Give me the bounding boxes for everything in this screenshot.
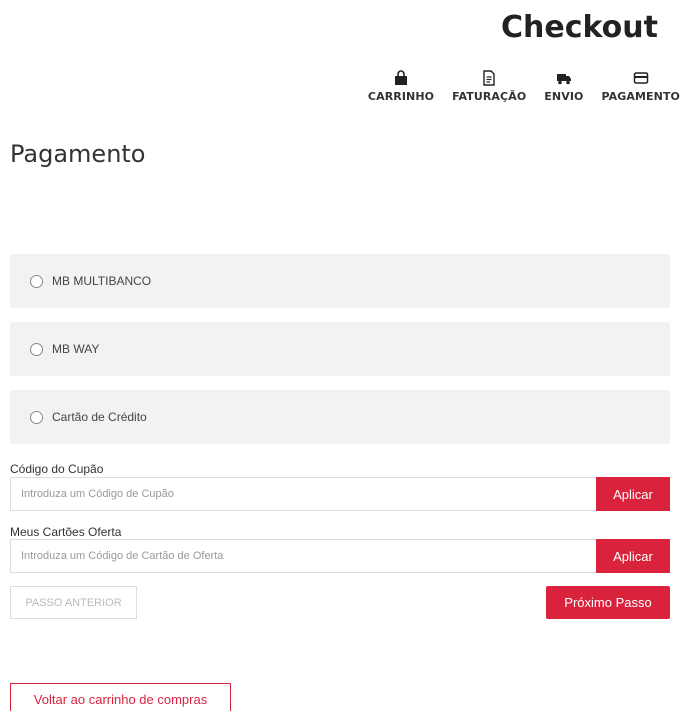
next-step-button[interactable]: Próximo Passo xyxy=(546,586,670,619)
checkout-steps: CARRINHO FATURAÇÃO ENVIO PAGAMENTO xyxy=(359,70,682,103)
coupon-row: Aplicar xyxy=(10,477,670,511)
payment-option-multibanco[interactable]: MB MULTIBANCO xyxy=(10,254,670,308)
gift-card-label: Meus Cartões Oferta xyxy=(10,525,122,539)
step-shipping-label: ENVIO xyxy=(544,90,584,103)
payment-option-credit-card[interactable]: Cartão de Crédito xyxy=(10,390,670,444)
page-title: Checkout xyxy=(501,10,658,45)
gift-card-input[interactable] xyxy=(10,539,596,573)
payment-section-title: Pagamento xyxy=(10,140,146,168)
step-payment[interactable]: PAGAMENTO xyxy=(592,70,682,103)
apply-gift-card-button[interactable]: Aplicar xyxy=(596,539,670,573)
coupon-label: Código do Cupão xyxy=(10,462,104,476)
radio-button[interactable] xyxy=(30,274,43,288)
credit-card-icon xyxy=(633,72,648,84)
shopping-bag-icon xyxy=(395,70,408,85)
step-billing[interactable]: FATURAÇÃO xyxy=(443,70,535,103)
payment-option-label: Cartão de Crédito xyxy=(52,410,147,424)
payment-option-mbway[interactable]: MB WAY xyxy=(10,322,670,376)
previous-step-button[interactable]: PASSO ANTERIOR xyxy=(10,586,137,619)
invoice-icon xyxy=(483,70,495,86)
step-cart-label: CARRINHO xyxy=(367,90,435,103)
radio-button[interactable] xyxy=(30,342,43,356)
gift-card-row: Aplicar xyxy=(10,539,670,573)
payment-option-label: MB MULTIBANCO xyxy=(52,274,152,288)
coupon-input[interactable] xyxy=(10,477,596,511)
step-payment-label: PAGAMENTO xyxy=(601,90,680,103)
step-billing-label: FATURAÇÃO xyxy=(452,90,527,103)
radio-button[interactable] xyxy=(30,410,43,424)
back-to-cart-button[interactable]: Voltar ao carrinho de compras xyxy=(10,683,231,711)
truck-icon xyxy=(556,74,571,85)
payment-option-label: MB WAY xyxy=(52,342,100,356)
apply-coupon-button[interactable]: Aplicar xyxy=(596,477,670,511)
step-shipping[interactable]: ENVIO xyxy=(535,70,592,103)
step-cart[interactable]: CARRINHO xyxy=(359,70,443,103)
